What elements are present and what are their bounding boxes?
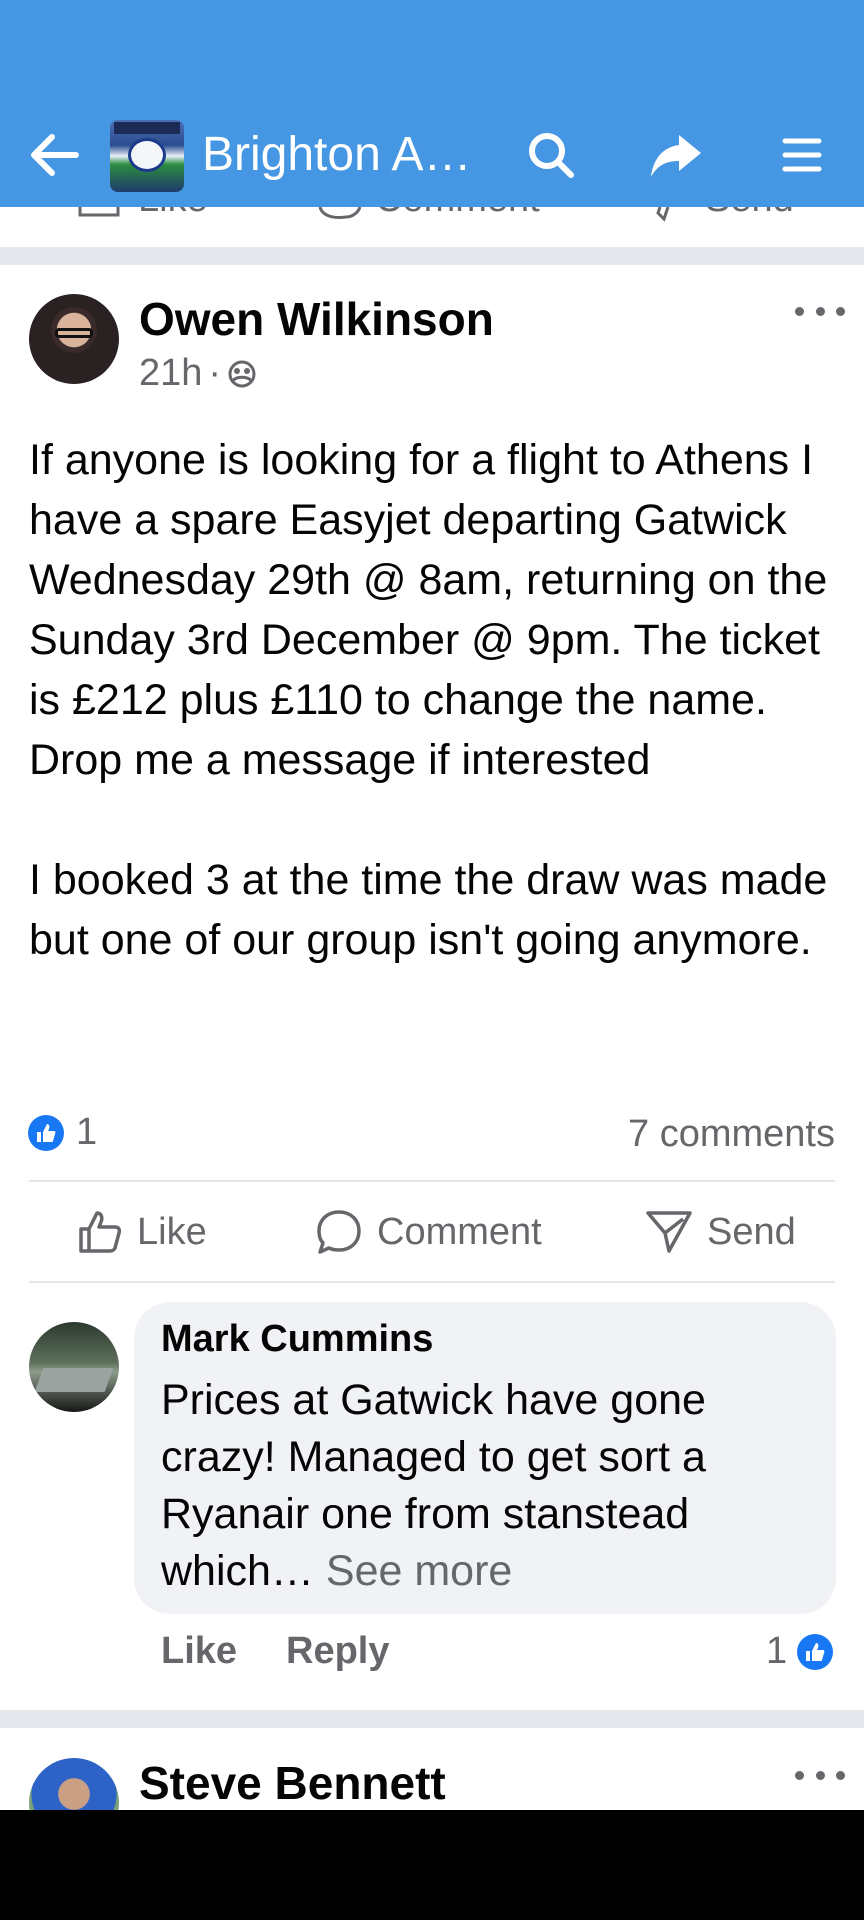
back-button[interactable]	[18, 119, 90, 191]
send-button[interactable]: Send	[645, 1203, 796, 1261]
more-dot	[836, 1770, 845, 1780]
avatar-glasses	[55, 328, 93, 338]
send-label: Send	[707, 1210, 796, 1253]
commenter-name[interactable]: Mark Cummins	[161, 1318, 433, 1361]
more-dot	[815, 1770, 825, 1780]
menu-button[interactable]	[766, 119, 838, 191]
like-label: Like	[137, 1210, 207, 1253]
next-post-options-button[interactable]	[795, 1760, 845, 1790]
like-reaction-icon	[797, 1633, 834, 1670]
system-navigation-bar	[0, 1810, 864, 1920]
more-dot	[836, 306, 845, 316]
comment-label: Comment	[377, 1210, 542, 1253]
commenter-avatar[interactable]	[29, 1322, 119, 1412]
post-options-button[interactable]	[795, 296, 845, 326]
post-separator	[0, 247, 864, 265]
top-bar-row: Brighton A…	[0, 113, 864, 197]
group-avatar[interactable]	[110, 120, 184, 192]
comment-reply-button[interactable]: Reply	[286, 1630, 389, 1673]
prev-send-label: Send	[705, 207, 794, 220]
search-icon	[529, 133, 574, 178]
comment-like-button[interactable]: Like	[161, 1630, 237, 1673]
avatar-road	[34, 1368, 114, 1392]
more-dot	[795, 306, 804, 316]
share-button[interactable]	[640, 119, 712, 191]
comment-reaction-count: 1	[766, 1630, 788, 1672]
previous-post-actions-clip: Like Comment Send	[78, 207, 794, 222]
menu-icon	[782, 138, 822, 172]
comment-reactions[interactable]: 1	[766, 1630, 834, 1673]
post-meta: 21h ·	[139, 352, 257, 395]
comment-icon	[317, 1210, 361, 1254]
next-post-author-name[interactable]: Steve Bennett	[139, 1756, 446, 1810]
like-reaction-icon	[28, 1114, 64, 1151]
more-dot	[795, 1770, 804, 1780]
post-time[interactable]: 21h	[139, 352, 202, 395]
see-more-link[interactable]: See more	[314, 1547, 512, 1595]
post-author-name[interactable]: Owen Wilkinson	[139, 292, 494, 346]
comment-text: Prices at Gatwick have gone crazy! Manag…	[161, 1372, 821, 1600]
group-avatar-banner	[114, 122, 180, 134]
prev-comment-label: Comment	[375, 207, 540, 220]
search-button[interactable]	[515, 119, 587, 191]
comments-count[interactable]: 7 comments	[628, 1113, 835, 1156]
more-dot	[815, 306, 825, 316]
previous-post-actions: Like Comment Send	[0, 207, 864, 247]
post-author-avatar[interactable]	[29, 294, 119, 384]
comment-button[interactable]: Comment	[315, 1203, 542, 1261]
group-members-icon	[228, 360, 256, 387]
share-icon	[651, 135, 701, 177]
back-arrow-icon	[31, 134, 79, 176]
meta-separator: ·	[208, 352, 222, 394]
prev-like-label: Like	[138, 207, 208, 220]
send-icon	[646, 1211, 692, 1253]
group-avatar-crest	[128, 138, 166, 172]
top-app-bar: Brighton A…	[0, 0, 864, 207]
post-separator	[0, 1710, 864, 1728]
group-title[interactable]: Brighton A…	[202, 127, 471, 182]
post-reactions-summary[interactable]: 1	[28, 1111, 97, 1154]
like-icon	[79, 1211, 122, 1253]
reaction-count: 1	[76, 1111, 98, 1153]
divider	[29, 1281, 835, 1283]
divider	[29, 1180, 835, 1182]
post-body-text: If anyone is looking for a flight to Ath…	[29, 436, 828, 964]
like-button[interactable]: Like	[77, 1203, 207, 1261]
